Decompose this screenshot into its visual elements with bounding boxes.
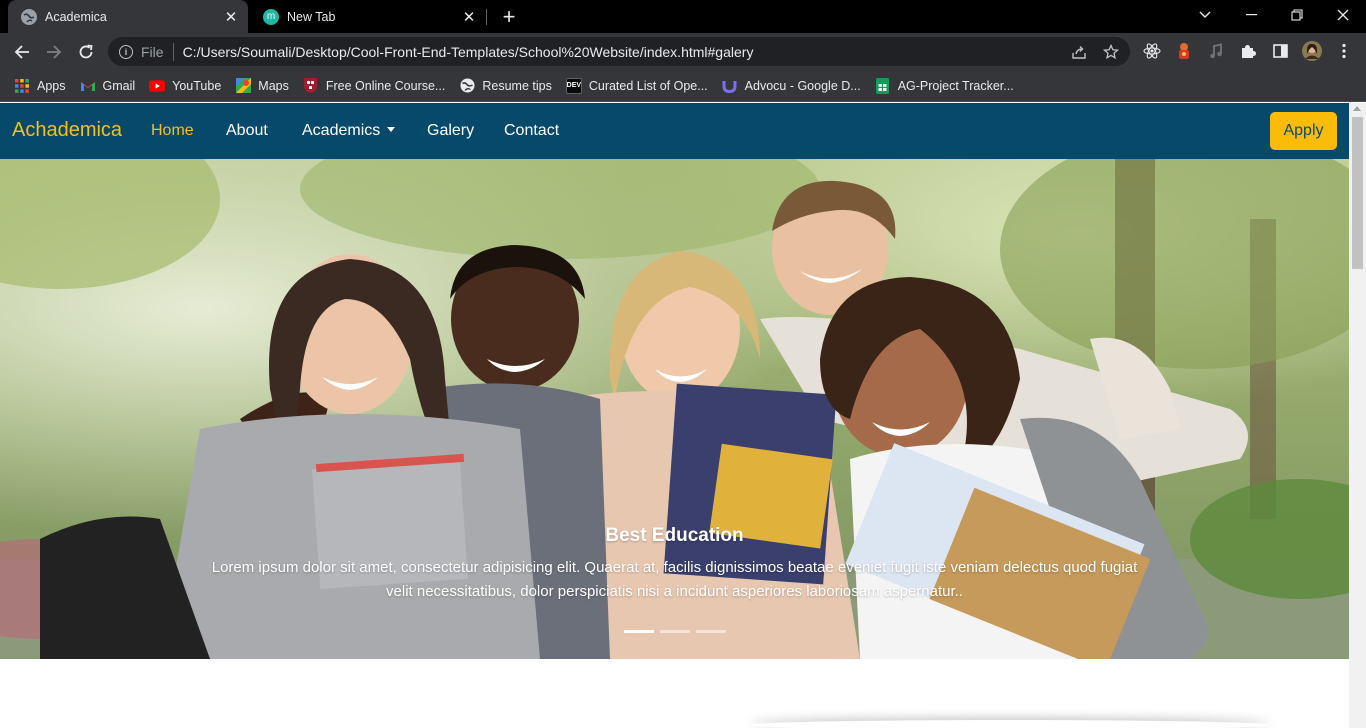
site-brand[interactable]: Achademica [12, 119, 122, 142]
bookmark-label: Resume tips [482, 78, 552, 93]
profile-avatar[interactable] [1302, 41, 1322, 61]
close-window-icon[interactable] [1320, 0, 1366, 30]
side-panel-icon[interactable] [1270, 41, 1290, 61]
nav-contact[interactable]: Contact [504, 122, 559, 140]
advocu-icon [722, 78, 738, 94]
globe-icon [459, 78, 475, 94]
react-devtools-icon[interactable] [1142, 41, 1162, 61]
browser-tab-strip: Academica ✕ m New Tab ✕ + [0, 0, 1366, 33]
bookmark-gmail[interactable]: Gmail [80, 78, 136, 94]
tab-search-chevron-icon[interactable] [1182, 0, 1228, 30]
tab-favicon-icon: m [263, 8, 279, 25]
scrollbar-thumb[interactable] [1352, 117, 1363, 269]
tab-title: New Tab [287, 9, 336, 24]
carousel-indicator-2[interactable] [660, 630, 690, 633]
dev-icon: DEV [565, 77, 582, 94]
carousel-indicator-3[interactable] [696, 630, 726, 633]
gmail-icon [80, 78, 96, 94]
nav-home[interactable]: Home [151, 122, 194, 140]
tab-academica[interactable]: Academica ✕ [8, 0, 248, 33]
bookmark-ag-project-tracker[interactable]: AG-Project Tracker... [875, 77, 1014, 94]
scheme-label: File [141, 43, 164, 60]
forward-arrow-icon[interactable] [41, 39, 67, 65]
bookmark-label: Apps [37, 78, 66, 93]
nav-academics[interactable]: Academics [302, 122, 396, 140]
back-arrow-icon[interactable] [9, 39, 35, 65]
extension-figure-icon[interactable] [1174, 41, 1194, 61]
carousel-title: Best Education [605, 525, 744, 546]
apply-button[interactable]: Apply [1270, 112, 1337, 150]
harvard-shield-icon [303, 78, 319, 94]
close-tab-icon[interactable]: ✕ [220, 6, 242, 28]
maps-icon [235, 78, 251, 94]
site-navbar: Achademica Home About Academics Galery C… [0, 103, 1349, 159]
music-extension-icon[interactable] [1206, 41, 1226, 61]
bookmark-maps[interactable]: Maps [235, 78, 289, 94]
dropdown-caret-icon [387, 127, 396, 132]
carousel-text: Lorem ipsum dolor sit amet, consectetur … [211, 559, 1138, 600]
url-text[interactable]: C:/Users/Soumali/Desktop/Cool-Front-End-… [183, 44, 754, 60]
bookmark-label: Curated List of Ope... [588, 78, 708, 93]
nav-galery[interactable]: Galery [427, 122, 474, 140]
bookmark-resume-tips[interactable]: Resume tips [459, 78, 552, 94]
bookmarks-bar: Apps Gmail YouTube Maps Free Online Cour… [0, 70, 1366, 102]
scroll-up-arrow-icon[interactable] [1353, 106, 1361, 111]
bookmark-apps[interactable]: Apps [14, 78, 66, 94]
tab-new-tab[interactable]: m New Tab ✕ [250, 0, 486, 33]
bookmark-label: Free Online Course... [325, 78, 446, 93]
bookmark-label: YouTube [172, 78, 222, 93]
reload-icon[interactable] [73, 39, 99, 65]
tab-divider [486, 9, 487, 25]
section-card-shadow [750, 720, 1270, 728]
bookmark-label: AG-Project Tracker... [897, 78, 1014, 93]
hero-carousel: Best Education Lorem ipsum dolor sit ame… [0, 159, 1349, 659]
new-tab-button[interactable]: + [497, 4, 521, 29]
bookmark-label: Advocu - Google D... [744, 78, 861, 93]
share-icon[interactable] [1069, 42, 1089, 62]
browser-toolbar: i File C:/Users/Soumali/Desktop/Cool-Fro… [0, 33, 1366, 70]
bookmark-label: Gmail [102, 78, 136, 93]
extensions-puzzle-icon[interactable] [1238, 41, 1258, 61]
site-info-icon[interactable]: i [119, 44, 133, 59]
address-divider [172, 42, 174, 61]
bookmark-youtube[interactable]: YouTube [149, 78, 221, 94]
carousel-indicator-1[interactable] [624, 630, 654, 633]
bookmark-label: Maps [258, 78, 289, 93]
bookmark-star-icon[interactable] [1101, 42, 1121, 62]
apps-grid-icon [14, 78, 30, 94]
minimize-icon[interactable] [1228, 0, 1274, 30]
nav-about[interactable]: About [226, 122, 268, 140]
bookmark-advocu[interactable]: Advocu - Google D... [722, 78, 861, 94]
page-scrollbar[interactable] [1349, 103, 1366, 728]
youtube-icon [149, 78, 166, 94]
globe-favicon-icon [21, 8, 37, 25]
address-bar[interactable]: i File C:/Users/Soumali/Desktop/Cool-Fro… [108, 37, 1130, 66]
tab-title: Academica [45, 9, 107, 24]
browser-menu-icon[interactable] [1334, 41, 1354, 61]
close-tab-icon[interactable]: ✕ [458, 6, 480, 28]
bookmark-curated-list[interactable]: DEV Curated List of Ope... [565, 77, 708, 94]
web-page: Achademica Home About Academics Galery C… [0, 103, 1349, 728]
nav-academics-label: Academics [302, 122, 381, 139]
restore-icon[interactable] [1274, 0, 1320, 30]
bookmark-free-online-course[interactable]: Free Online Course... [303, 78, 446, 94]
sheets-icon [875, 77, 891, 94]
